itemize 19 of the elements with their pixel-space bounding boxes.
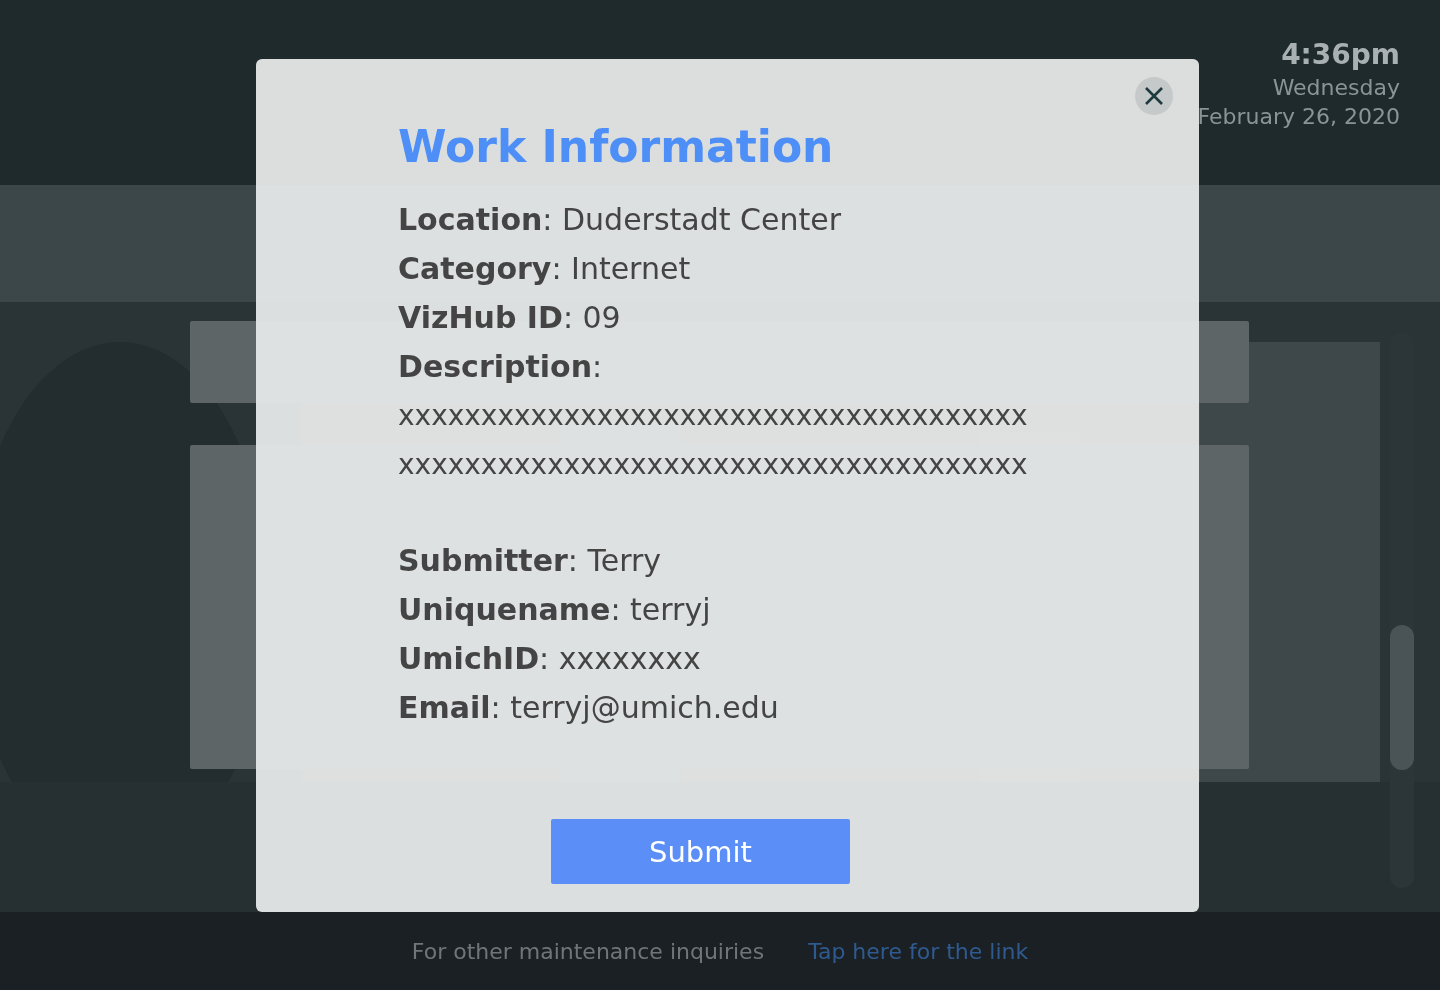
footer-text: For other maintenance inquiries xyxy=(411,938,765,964)
description-text: xxxxxxxxxxxxxxxxxxxxxxxxxxxxxxxxxxxxxx xyxy=(398,398,1028,434)
info-line: Submitter: Terry xyxy=(398,542,663,580)
dialog-title: Work Information xyxy=(398,120,835,174)
info-line: VizHub ID: 09 xyxy=(398,299,622,337)
info-line: Email: terryj@umich.edu xyxy=(398,689,780,727)
description-label: Description: xyxy=(398,348,604,386)
close-icon[interactable] xyxy=(1135,77,1173,115)
scrollbar-thumb[interactable] xyxy=(1390,625,1414,770)
info-line: Category: Internet xyxy=(398,250,692,288)
weekday-label: Wednesday xyxy=(1272,75,1400,100)
clock-time: 4:36pm xyxy=(1281,38,1400,71)
submit-button[interactable]: Submit xyxy=(551,819,850,884)
date-label: February 26, 2020 xyxy=(1197,104,1400,129)
footer-link[interactable]: Tap here for the link xyxy=(808,938,1029,964)
info-line: Location: Duderstadt Center xyxy=(398,201,843,239)
info-line: Uniquename: terryj xyxy=(398,591,712,629)
info-line: UmichID: xxxxxxxx xyxy=(398,640,702,678)
description-text: xxxxxxxxxxxxxxxxxxxxxxxxxxxxxxxxxxxxxx xyxy=(398,447,1028,483)
